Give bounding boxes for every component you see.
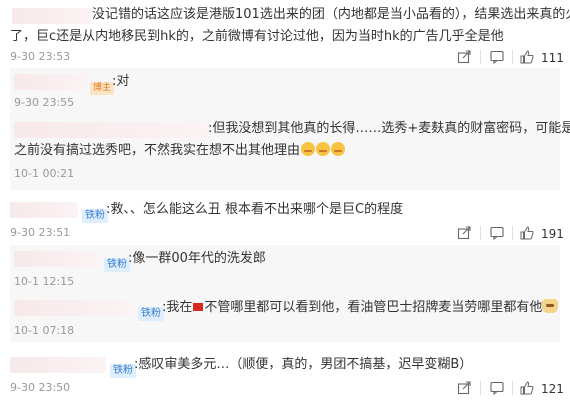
reply-text: :对 bbox=[112, 74, 130, 89]
action-divider bbox=[512, 50, 513, 64]
redacted-username bbox=[14, 300, 132, 316]
redacted-username bbox=[12, 8, 92, 24]
redacted-username bbox=[14, 251, 98, 267]
comment-timestamp: 9-30 23:51 bbox=[10, 226, 71, 239]
doge-emoji-icon bbox=[542, 299, 559, 313]
redacted-username bbox=[14, 122, 210, 138]
like-count: 191 bbox=[541, 227, 564, 241]
fan-badge: 铁粉 bbox=[104, 252, 130, 272]
like-icon[interactable] bbox=[520, 226, 534, 240]
action-divider bbox=[480, 226, 481, 240]
redacted-username bbox=[14, 74, 88, 90]
reply-text: :我在 不管哪里都可以看到他，看油管巴士招牌麦当劳哪里都有他 bbox=[162, 297, 559, 319]
share-icon[interactable] bbox=[457, 226, 471, 240]
redacted-username bbox=[10, 357, 106, 373]
action-divider bbox=[512, 381, 513, 395]
share-icon[interactable] bbox=[457, 381, 471, 395]
reply-timestamp: 10-1 00:21 bbox=[14, 167, 75, 180]
reply-text: :像一群00年代的洗发郎 bbox=[128, 251, 266, 266]
embarrassed-emoji-icon bbox=[316, 142, 331, 156]
reply-text-part: 不管哪里都可以看到他，看油管巴士招牌麦当劳哪里都有他 bbox=[204, 300, 543, 315]
blogger-badge: 博主 bbox=[90, 75, 115, 95]
embarrassed-emoji-icon bbox=[301, 142, 316, 156]
reply-text-part: :我在 bbox=[162, 300, 193, 315]
comment-timestamp: 9-30 23:50 bbox=[10, 381, 71, 394]
share-icon[interactable] bbox=[457, 50, 471, 64]
comment-text-line: 没记错的话这应该是港版101选出来的团（内地都是当小品看的），结果选出来真的火 bbox=[92, 7, 570, 22]
comment-icon[interactable] bbox=[490, 50, 504, 64]
like-count: 121 bbox=[541, 382, 564, 396]
comment-text: :感叹审美多元…（顺便，真的，男团不搞基，迟早变糊B） bbox=[134, 357, 473, 372]
fan-badge: 铁粉 bbox=[110, 358, 136, 378]
redacted-username bbox=[10, 202, 78, 218]
reply-timestamp: 10-1 12:15 bbox=[14, 275, 75, 288]
reply-text-part: 之前没有搞过选秀吧，不然我实在想不出其他理由 bbox=[14, 143, 301, 158]
hong-kong-flag-icon bbox=[193, 303, 204, 311]
embarrassed-emoji-icon bbox=[331, 142, 346, 156]
reply-text-line: 之前没有搞过选秀吧，不然我实在想不出其他理由 bbox=[14, 140, 346, 162]
action-divider bbox=[480, 50, 481, 64]
action-divider bbox=[480, 381, 481, 395]
like-count: 111 bbox=[541, 51, 564, 65]
comment-timestamp: 9-30 23:53 bbox=[10, 50, 71, 63]
like-icon[interactable] bbox=[520, 50, 534, 64]
reply-timestamp: 10-1 07:18 bbox=[14, 324, 75, 337]
fan-badge: 铁粉 bbox=[82, 203, 108, 223]
action-divider bbox=[512, 226, 513, 240]
comment-icon[interactable] bbox=[490, 226, 504, 240]
comment-text-line: 了，巨c还是从内地移民到hk的，之前微博有讨论过他，因为当时hk的广告几乎全是他 bbox=[10, 29, 504, 44]
comment-text: :救、、怎么能这么丑 根本看不出来哪个是巨C的程度 bbox=[106, 202, 404, 217]
comment-icon[interactable] bbox=[490, 381, 504, 395]
like-icon[interactable] bbox=[520, 381, 534, 395]
fan-badge: 铁粉 bbox=[138, 301, 164, 321]
reply-timestamp: 9-30 23:55 bbox=[14, 96, 75, 109]
reply-text-line: :但我没想到其他真的长得……选秀+麦麸真的财富密码，可能是hk bbox=[208, 121, 570, 136]
